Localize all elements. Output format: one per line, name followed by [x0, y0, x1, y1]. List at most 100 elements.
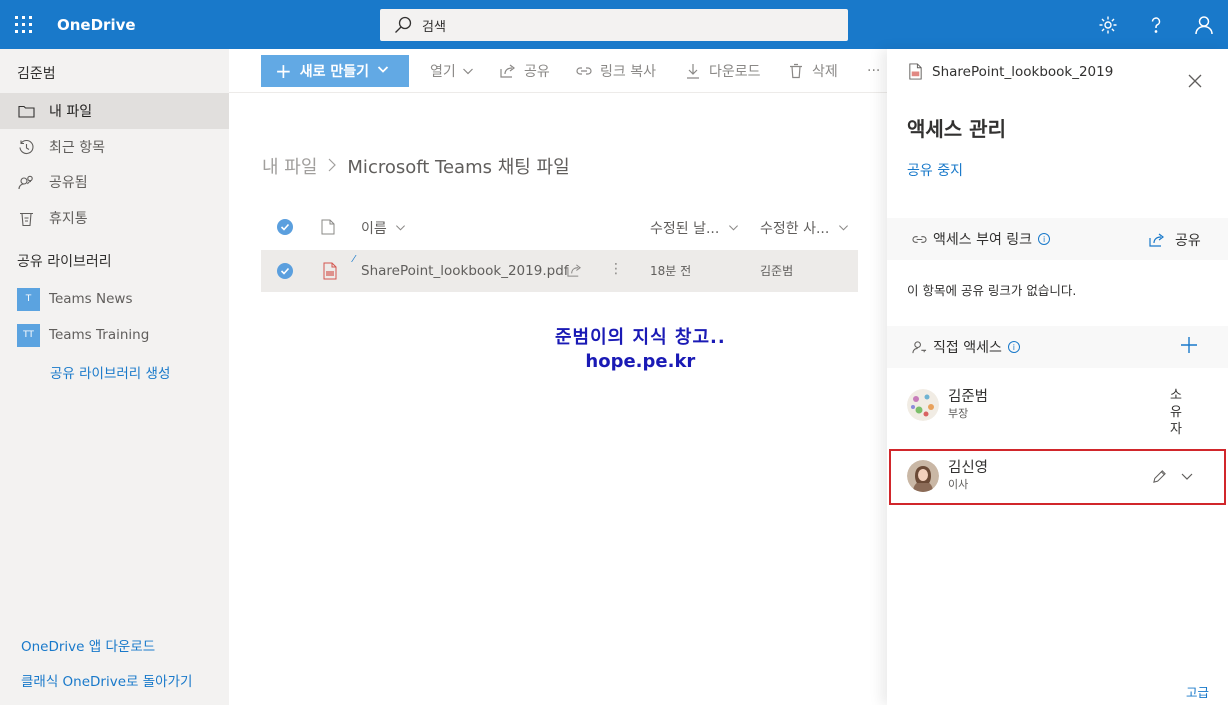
download-button[interactable]: 다운로드 [685, 49, 761, 93]
info-icon[interactable]: i [1038, 233, 1051, 245]
account-button[interactable] [1180, 0, 1228, 49]
search-input[interactable]: 검색 [422, 16, 446, 35]
share-button[interactable]: 공유 [1149, 230, 1201, 250]
avatar [907, 389, 939, 421]
nav-item-label: 휴지통 [49, 211, 88, 227]
chevron-down-icon [377, 63, 389, 79]
stop-sharing-link[interactable]: 공유 중지 [907, 160, 963, 180]
create-library-link[interactable]: 공유 라이브러리 생성 [50, 362, 170, 382]
breadcrumb: 내 파일 Microsoft Teams 채팅 파일 [262, 153, 570, 179]
top-bar: OneDrive 검색 [0, 0, 1228, 49]
info-icon[interactable]: i [1007, 341, 1020, 353]
advanced-link[interactable]: 고급 [1186, 682, 1209, 701]
watermark-line2: hope.pe.kr [585, 351, 696, 372]
nav-item-recent[interactable]: 최근 항목 [0, 129, 229, 165]
waffle-icon [15, 15, 32, 33]
chevron-right-icon [327, 157, 337, 176]
share-icon [500, 64, 515, 78]
more-button[interactable]: ··· [867, 49, 880, 93]
download-icon [687, 64, 699, 79]
chevron-down-icon [838, 225, 848, 231]
permission-label: 소유자 [1170, 388, 1182, 437]
library-label: Teams Training [49, 327, 150, 343]
person-key-icon [912, 339, 928, 355]
nav-item-shared[interactable]: 공유됨 [0, 164, 229, 200]
share-icon[interactable] [567, 263, 582, 278]
library-label: Teams News [49, 291, 133, 307]
check-icon [280, 223, 290, 231]
library-badge: T [17, 287, 40, 311]
link-icon [576, 67, 592, 75]
app-launcher-button[interactable] [0, 0, 48, 49]
shared-libraries-title: 공유 라이브러리 [17, 254, 112, 270]
new-button[interactable]: + 새로 만들기 [261, 55, 409, 87]
library-item-teams-training[interactable]: TT Teams Training [17, 323, 149, 347]
pdf-file-icon [909, 63, 922, 80]
download-app-link[interactable]: OneDrive 앱 다운로드 [21, 635, 155, 655]
plus-icon: + [275, 59, 292, 83]
add-person-button[interactable] [1180, 336, 1198, 358]
nav-item-my-files[interactable]: 내 파일 [0, 93, 229, 129]
chevron-down-icon [462, 68, 473, 75]
watermark-line1: 준범이의 지식 창고.. [555, 327, 726, 348]
file-modified: 18분 전 [650, 264, 692, 278]
nav-item-label: 최근 항목 [49, 140, 105, 156]
share-label: 공유 [1175, 233, 1201, 249]
person-item-owner[interactable]: 김준범 부장 소유자 [907, 383, 1207, 437]
nav-user-name: 김준범 [17, 66, 56, 82]
close-button[interactable] [1185, 71, 1205, 91]
more-vertical-icon[interactable]: ⋮ [609, 261, 623, 277]
copy-link-button[interactable]: 링크 복사 [576, 49, 656, 93]
panel-file-header: SharePoint_lookbook_2019 [907, 63, 1113, 80]
links-heading: 액세스 부여 링크 [933, 232, 1033, 248]
delete-button[interactable]: 삭제 [788, 49, 838, 93]
breadcrumb-current: Microsoft Teams 채팅 파일 [347, 157, 570, 178]
people-icon [17, 173, 35, 191]
table-row[interactable]: ⁄ SharePoint_lookbook_2019.pdf ⋮ 18분 전 김… [261, 250, 858, 292]
library-badge: TT [17, 323, 40, 347]
delete-label: 삭제 [812, 64, 838, 80]
search-box[interactable]: 검색 [380, 9, 848, 41]
file-modified-by: 김준범 [760, 264, 794, 278]
chevron-down-icon [396, 225, 406, 231]
history-icon [17, 138, 35, 156]
person-icon [1195, 15, 1213, 34]
select-all-checkbox[interactable] [277, 219, 293, 235]
more-icon: ··· [867, 63, 881, 79]
nav-item-label: 내 파일 [49, 104, 93, 120]
breadcrumb-root[interactable]: 내 파일 [262, 153, 317, 179]
panel-file-name: SharePoint_lookbook_2019 [932, 63, 1114, 80]
left-navigation: 김준범 내 파일 최근 항목 공유됨 휴지통 공유 라이브러리 T Teams … [0, 49, 229, 705]
command-bar: + 새로 만들기 열기 공유 링크 복사 다운로드 삭제 ··· [229, 49, 887, 93]
settings-button[interactable] [1084, 0, 1132, 49]
watermark: 준범이의 지식 창고.. hope.pe.kr [555, 323, 726, 372]
highlight-box [889, 449, 1226, 505]
column-name-label: 이름 [361, 221, 387, 237]
file-name[interactable]: SharePoint_lookbook_2019.pdf [361, 263, 569, 279]
new-item-icon: ⁄ [353, 254, 355, 265]
column-modified-by-label: 수정한 사... [760, 221, 830, 237]
open-button[interactable]: 열기 [430, 49, 474, 93]
library-item-teams-news[interactable]: T Teams News [17, 287, 133, 311]
row-checkbox[interactable] [277, 263, 293, 279]
file-type-icon [321, 219, 335, 235]
app-title[interactable]: OneDrive [57, 16, 136, 34]
chevron-down-icon [728, 225, 738, 231]
nav-item-recycle-bin[interactable]: 휴지통 [0, 200, 229, 236]
open-label: 열기 [430, 64, 456, 80]
manage-access-panel: SharePoint_lookbook_2019 액세스 관리 공유 중지 액세… [887, 49, 1228, 705]
question-icon [1151, 16, 1161, 33]
close-icon [1188, 74, 1202, 88]
share-label: 공유 [524, 64, 550, 80]
recycle-bin-icon [17, 209, 35, 227]
share-button[interactable]: 공유 [500, 49, 550, 93]
help-button[interactable] [1132, 0, 1180, 49]
column-header-modified[interactable]: 수정된 날... [650, 218, 739, 238]
classic-onedrive-link[interactable]: 클래식 OneDrive로 돌아가기 [21, 670, 192, 690]
gear-icon [1099, 16, 1117, 33]
no-links-message: 이 항목에 공유 링크가 없습니다. [907, 283, 1077, 298]
column-header-name[interactable]: 이름 [361, 218, 406, 238]
download-label: 다운로드 [709, 64, 761, 80]
column-header-modified-by[interactable]: 수정한 사... [760, 218, 849, 238]
copy-link-label: 링크 복사 [600, 64, 656, 80]
